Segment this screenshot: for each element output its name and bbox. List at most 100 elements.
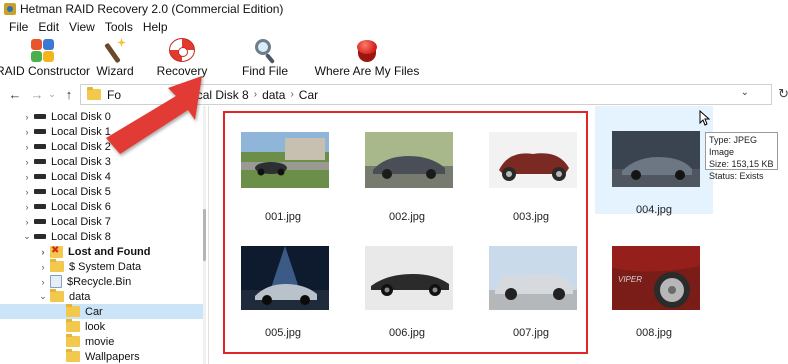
tooltip-status: Status: Exists <box>709 171 764 181</box>
wand-icon <box>102 38 128 64</box>
annotation-arrow-icon <box>106 76 202 154</box>
lost-folder-icon <box>50 245 63 258</box>
tree-item-label: $ System Data <box>69 260 142 273</box>
disk-icon <box>34 204 46 209</box>
disk-icon <box>34 219 46 224</box>
expand-arrow-icon[interactable]: › <box>22 127 32 137</box>
file-item-008[interactable]: VIPER 008.jpg <box>595 229 713 346</box>
history-dropdown-icon[interactable]: ⌄ <box>46 89 58 100</box>
breadcrumb-car[interactable]: Car <box>299 88 318 102</box>
svg-text:VIPER: VIPER <box>618 275 642 284</box>
tree-item-local-disk-7[interactable]: › Local Disk 7 <box>0 214 205 229</box>
tooltip-size: Size: 153,15 KB <box>709 159 774 169</box>
tree-item-data[interactable]: ⌄ data <box>0 289 205 304</box>
breadcrumb-separator-icon: › <box>253 89 258 100</box>
tree-item-wallpapers[interactable]: Wallpapers <box>0 349 205 364</box>
tree-item-label: Car <box>85 305 103 318</box>
folder-icon <box>66 349 80 362</box>
raid-constructor-label: RAID Constructor <box>0 64 91 78</box>
disk-icon <box>34 174 46 179</box>
find-file-label: Find File <box>241 64 288 78</box>
image-thumbnail <box>612 131 700 187</box>
scrollbar-thumb[interactable] <box>203 209 206 261</box>
puzzle-icon <box>30 38 56 62</box>
tree-item-label: Wallpapers <box>85 350 140 363</box>
raid-constructor-button[interactable]: RAID Constructor <box>0 38 90 82</box>
expand-arrow-icon[interactable]: › <box>22 157 32 167</box>
tree-item-lost-and-found[interactable]: › Lost and Found <box>0 244 205 259</box>
find-file-button[interactable]: Find File <box>235 38 295 82</box>
expand-arrow-icon[interactable]: › <box>22 217 32 227</box>
tree-item-local-disk-5[interactable]: › Local Disk 5 <box>0 184 205 199</box>
tree-item-label: Local Disk 6 <box>51 200 111 213</box>
folder-icon <box>50 259 64 272</box>
tree-item-label: Local Disk 5 <box>51 185 111 198</box>
tree-item-movie[interactable]: movie <box>0 334 205 349</box>
disk-icon <box>34 189 46 194</box>
tree-item-car[interactable]: Car <box>0 304 205 319</box>
folder-icon <box>50 289 64 302</box>
tree-item-look[interactable]: look <box>0 319 205 334</box>
menu-edit[interactable]: Edit <box>33 20 64 34</box>
where-are-my-files-label: Where Are My Files <box>314 64 420 78</box>
menu-help[interactable]: Help <box>138 20 173 34</box>
tree-item-system-data[interactable]: › $ System Data <box>0 259 205 274</box>
disk-icon <box>34 234 46 239</box>
where-are-my-files-button[interactable]: Where Are My Files <box>314 38 420 82</box>
window-title: Hetman RAID Recovery 2.0 (Commercial Edi… <box>20 2 284 16</box>
folder-icon <box>66 319 80 332</box>
app-window: Hetman RAID Recovery 2.0 (Commercial Edi… <box>0 0 788 364</box>
breadcrumb-data[interactable]: data <box>262 88 285 102</box>
expand-arrow-icon[interactable]: › <box>38 247 48 257</box>
file-name: 004.jpg <box>635 204 673 216</box>
folder-icon <box>66 304 80 317</box>
file-tooltip: Type: JPEG Image Size: 153,15 KB Status:… <box>705 132 778 181</box>
highlight-box <box>223 111 588 354</box>
magnifier-icon <box>252 38 278 64</box>
folder-icon <box>66 334 80 347</box>
recycle-bin-icon <box>50 275 62 288</box>
address-dropdown-icon[interactable]: ⌄ <box>741 87 749 98</box>
expand-arrow-icon[interactable]: › <box>22 142 32 152</box>
menu-view[interactable]: View <box>64 20 100 34</box>
expand-arrow-icon[interactable]: › <box>38 262 48 272</box>
tree-item-label: $Recycle.Bin <box>67 275 132 288</box>
expand-arrow-icon[interactable]: › <box>22 172 32 182</box>
tree-item-label: Lost and Found <box>68 245 151 258</box>
mouse-cursor-icon <box>699 110 710 126</box>
back-arrow-icon[interactable]: ← <box>6 87 24 102</box>
menu-file[interactable]: File <box>4 20 33 34</box>
collapse-arrow-icon[interactable]: ⌄ <box>22 231 32 242</box>
tooltip-type: Type: JPEG Image <box>709 135 758 157</box>
tree-item-local-disk-6[interactable]: › Local Disk 6 <box>0 199 205 214</box>
menu-bar: File Edit View Tools Help <box>0 18 788 35</box>
tree-item-label: look <box>85 320 106 333</box>
tree-item-recycle-bin[interactable]: › $Recycle.Bin <box>0 274 205 289</box>
expand-arrow-icon[interactable]: › <box>38 277 48 287</box>
breadcrumb-separator-icon: › <box>290 89 294 100</box>
tree-item-label: Local Disk 8 <box>51 230 111 243</box>
menu-tools[interactable]: Tools <box>100 20 138 34</box>
tree-item-label: data <box>69 290 91 303</box>
image-thumbnail: VIPER <box>612 246 700 310</box>
up-arrow-icon[interactable]: ↑ <box>60 87 78 102</box>
expand-arrow-icon[interactable]: › <box>22 202 32 212</box>
disk-icon <box>34 114 46 119</box>
disk-icon <box>34 159 46 164</box>
red-button-icon <box>354 38 380 62</box>
tree-item-label: Local Disk 4 <box>51 170 111 183</box>
tree-item-label: Local Disk 7 <box>51 215 111 228</box>
tree-item-local-disk-8[interactable]: ⌄ Local Disk 8 <box>0 229 205 244</box>
expand-arrow-icon[interactable]: › <box>22 187 32 197</box>
disk-icon <box>34 144 46 149</box>
lifebuoy-icon <box>169 38 195 62</box>
collapse-arrow-icon[interactable]: ⌄ <box>38 291 48 302</box>
tree-item-local-disk-4[interactable]: › Local Disk 4 <box>0 169 205 184</box>
expand-arrow-icon[interactable]: › <box>22 112 32 122</box>
file-item-004[interactable]: 004.jpg <box>595 106 713 216</box>
app-icon <box>4 3 16 15</box>
title-bar: Hetman RAID Recovery 2.0 (Commercial Edi… <box>0 0 788 18</box>
refresh-icon[interactable]: ↻ <box>778 86 788 102</box>
forward-arrow-icon[interactable]: → <box>28 87 46 102</box>
file-name: 008.jpg <box>635 327 673 339</box>
